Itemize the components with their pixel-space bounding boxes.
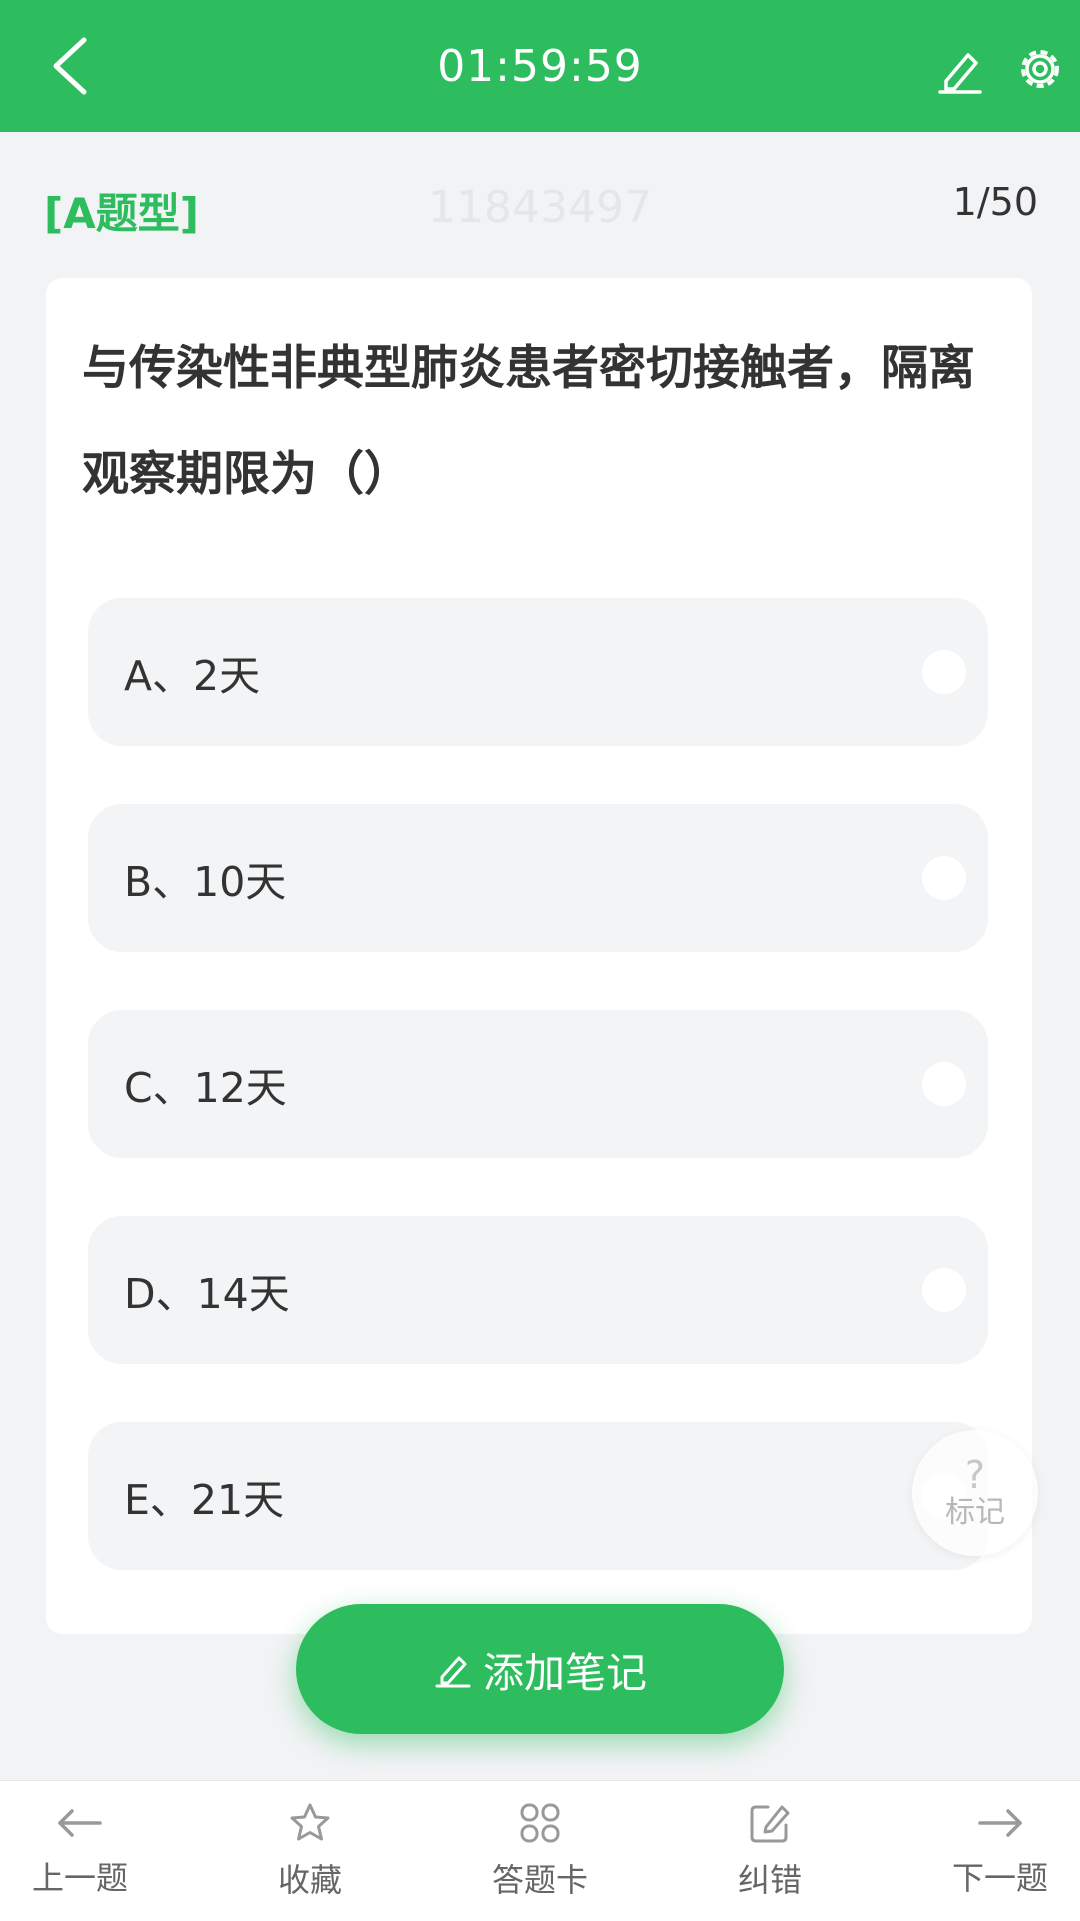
nav-label: 纠错	[737, 1861, 802, 1899]
add-note-button[interactable]: 添加笔记	[296, 1604, 784, 1734]
nav-label: 上一题	[31, 1859, 128, 1897]
question-text: 与传染性非典型肺炎患者密切接触者，隔离观察期限为（）	[82, 341, 975, 502]
question-progress: 1/50	[952, 180, 1038, 224]
gear-icon	[1021, 50, 1059, 88]
option-d[interactable]: D、14天	[88, 1216, 988, 1364]
option-a[interactable]: A、2天	[88, 598, 988, 746]
settings-button[interactable]	[1005, 34, 1075, 104]
radio-circle-icon	[922, 1268, 966, 1312]
nav-label: 下一题	[951, 1859, 1048, 1897]
pen-icon	[435, 1656, 471, 1688]
option-b[interactable]: B、10天	[88, 804, 988, 952]
option-label: C、12天	[124, 1064, 287, 1112]
option-label: E、21天	[124, 1476, 285, 1524]
back-button[interactable]	[30, 26, 110, 106]
grid-icon	[520, 1803, 560, 1843]
edit-square-icon	[750, 1805, 790, 1843]
option-label: D、14天	[124, 1270, 290, 1318]
question-id-watermark: 11843497	[428, 182, 652, 233]
back-chevron-icon	[53, 37, 87, 95]
option-c[interactable]: C、12天	[88, 1010, 988, 1158]
nav-label: 答题卡	[491, 1861, 588, 1899]
radio-circle-icon	[922, 650, 966, 694]
top-bar: 01:59:59	[0, 0, 1080, 132]
answer-sheet-button[interactable]: 答题卡	[450, 1781, 630, 1921]
bottom-nav: 上一题 收藏 答题卡 纠错 下一题	[0, 1780, 1080, 1921]
radio-circle-icon	[922, 856, 966, 900]
option-label: B、10天	[124, 858, 287, 906]
question-mark-icon: ?	[964, 1453, 986, 1497]
favorite-button[interactable]: 收藏	[220, 1781, 400, 1921]
mark-button[interactable]: ? 标记	[912, 1430, 1038, 1556]
mark-label: 标记	[945, 1495, 1005, 1530]
prev-question-button[interactable]: 上一题	[0, 1781, 170, 1921]
exam-timer: 01:59:59	[437, 40, 643, 92]
arrow-right-icon	[978, 1809, 1022, 1837]
next-question-button[interactable]: 下一题	[910, 1781, 1080, 1921]
option-label: A、2天	[124, 652, 261, 700]
add-note-label: 添加笔记	[483, 1649, 647, 1697]
arrow-left-icon	[58, 1809, 102, 1837]
pen-icon	[938, 53, 982, 94]
nav-label: 收藏	[277, 1861, 342, 1899]
star-icon	[290, 1803, 330, 1841]
report-error-button[interactable]: 纠错	[680, 1781, 860, 1921]
draft-button[interactable]	[925, 34, 995, 104]
radio-circle-icon	[922, 1062, 966, 1106]
option-e[interactable]: E、21天	[88, 1422, 988, 1570]
